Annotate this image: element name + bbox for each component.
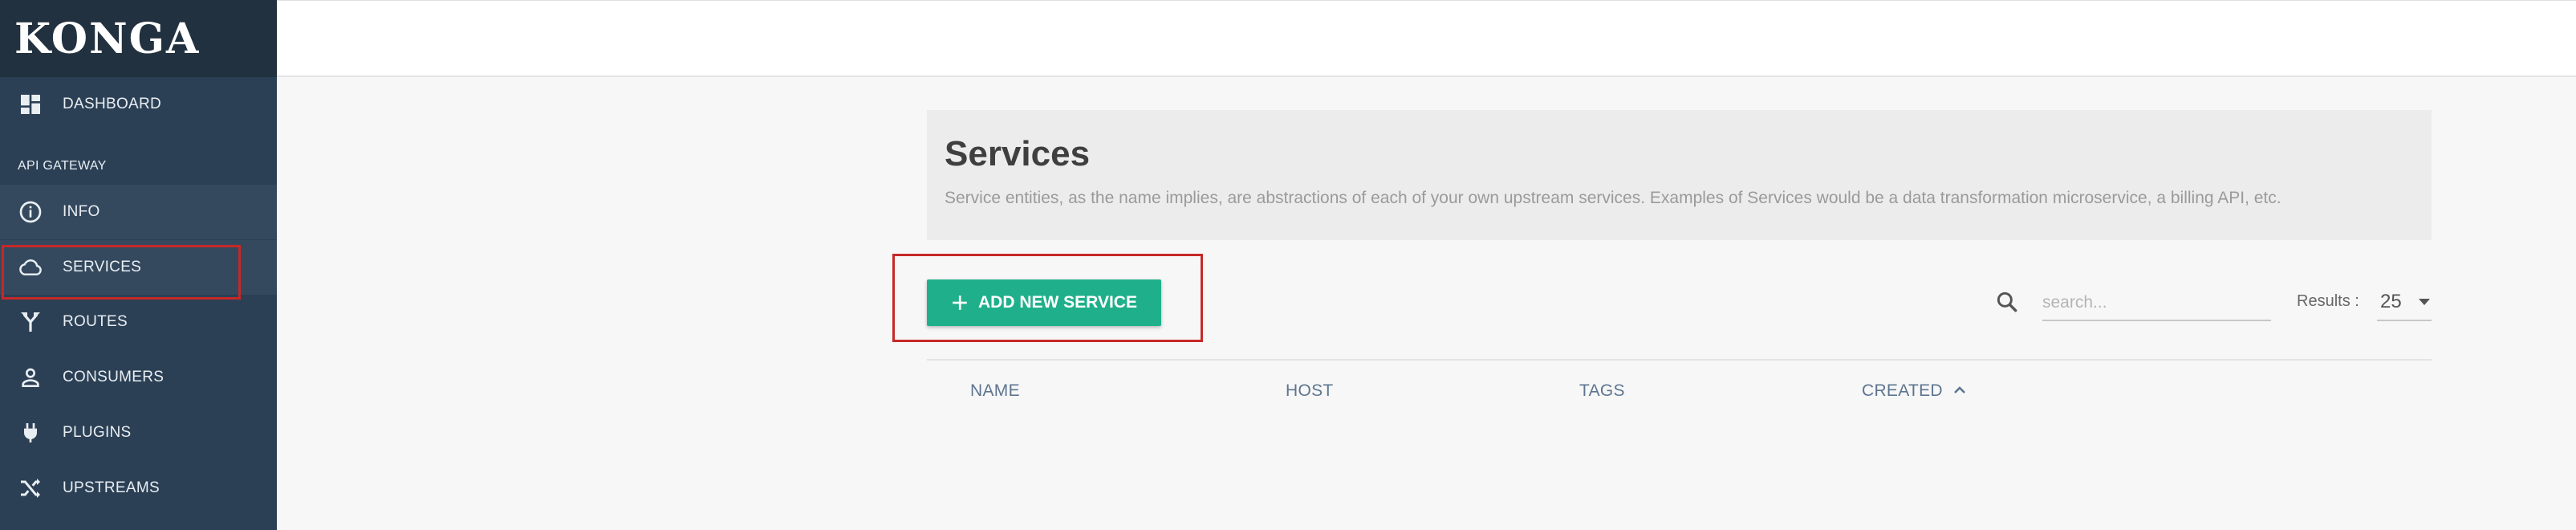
routes-icon (21, 312, 40, 332)
chevron-up-icon[interactable] (1950, 381, 1969, 400)
sidebar-item-consumers[interactable]: CONSUMERS (0, 350, 277, 405)
page-title: Services (945, 134, 1091, 173)
sidebar-section-label: API GATEWAY (18, 159, 107, 173)
page-description: Service entities, as the name implies, a… (945, 189, 2281, 207)
column-header-tags[interactable]: TAGS (1579, 381, 1625, 401)
sidebar-item-label: UPSTREAMS (63, 479, 160, 496)
shuffle-icon (21, 479, 40, 498)
caret-down-icon (2419, 299, 2430, 305)
sidebar-item-label: CONSUMERS (63, 369, 165, 385)
table-divider (927, 359, 2432, 361)
person-icon (22, 368, 39, 387)
sidebar-item-info[interactable]: INFO (0, 185, 277, 239)
search-icon[interactable] (1994, 289, 2020, 315)
info-icon (19, 201, 42, 223)
sidebar-item-label: INFO (63, 203, 100, 220)
plug-icon (24, 423, 37, 442)
sidebar-item-upstreams[interactable]: UPSTREAMS (0, 461, 277, 516)
app-logo[interactable]: KONGA (14, 14, 200, 63)
dashboard-icon (21, 95, 40, 114)
page-header: Services Service entities, as the name i… (927, 110, 2432, 240)
column-header-name[interactable]: NAME (970, 381, 1020, 401)
column-header-created[interactable]: CREATED (1862, 381, 1943, 401)
results-label: Results : (2297, 292, 2359, 310)
add-button-highlight-box (892, 254, 1203, 342)
sidebar-item-dashboard[interactable]: DASHBOARD (0, 77, 277, 132)
services-highlight-box (2, 245, 241, 300)
search-input[interactable] (2042, 286, 2271, 321)
results-per-page-value: 25 (2380, 291, 2402, 312)
column-header-host[interactable]: HOST (1286, 381, 1334, 401)
logo-area: KONGA (0, 0, 277, 77)
sidebar-item-plugins[interactable]: PLUGINS (0, 406, 277, 460)
sidebar-item-label: DASHBOARD (63, 96, 162, 112)
sidebar-item-routes[interactable]: ROUTES (0, 295, 277, 349)
sidebar-item-label: PLUGINS (63, 424, 132, 441)
results-per-page-select[interactable]: 25 (2377, 284, 2432, 321)
top-bar (277, 0, 2576, 77)
sidebar-item-label: ROUTES (63, 313, 128, 330)
